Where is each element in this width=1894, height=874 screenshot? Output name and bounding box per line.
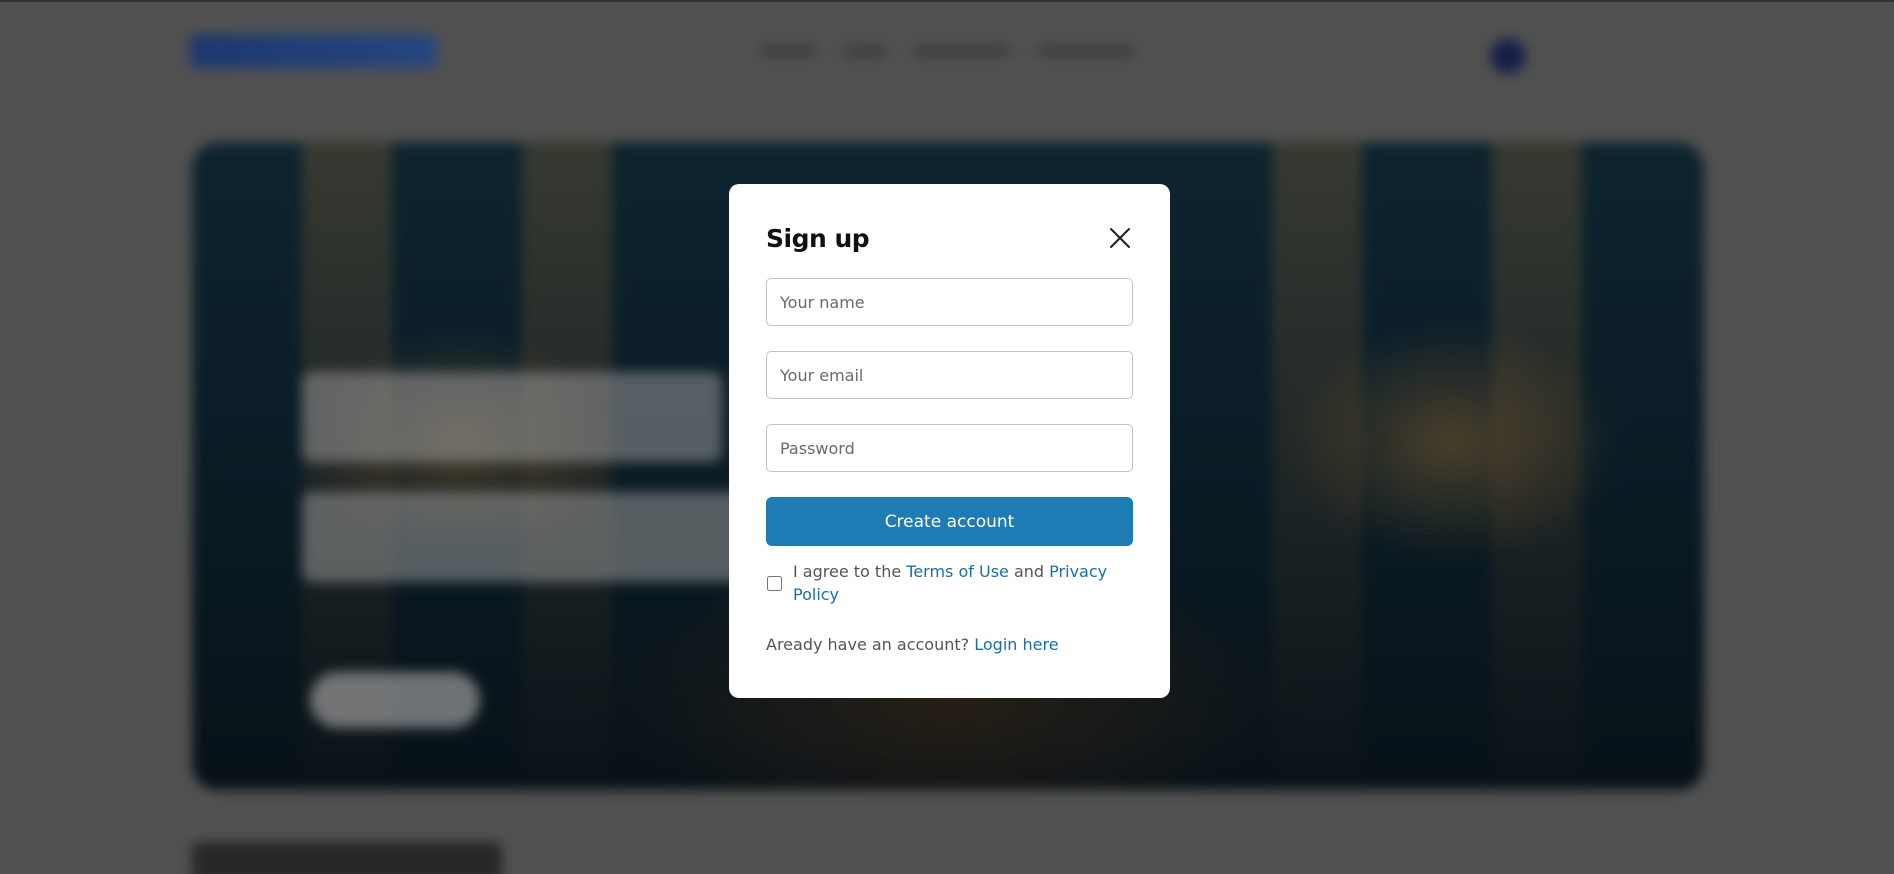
terms-of-use-link[interactable]: Terms of Use [906, 562, 1009, 581]
terms-prefix: I agree to the [793, 562, 902, 581]
name-input[interactable] [766, 278, 1133, 326]
create-account-button[interactable]: Create account [766, 497, 1133, 546]
password-input[interactable] [766, 424, 1133, 472]
login-link[interactable]: Login here [974, 635, 1058, 654]
modal-title: Sign up [766, 223, 870, 253]
signup-modal: Sign up Create account I agree to the Te… [729, 184, 1170, 698]
close-button[interactable] [1107, 225, 1133, 251]
terms-row: I agree to the Terms of Use and Privacy … [766, 560, 1133, 606]
close-icon [1110, 228, 1130, 248]
modal-header: Sign up [766, 218, 1133, 258]
page: Sign up Create account I agree to the Te… [0, 0, 1894, 874]
email-input[interactable] [766, 351, 1133, 399]
terms-text: I agree to the Terms of Use and Privacy … [793, 560, 1133, 606]
login-prompt: Aready have an account? [766, 635, 970, 654]
login-row: Aready have an account? Login here [766, 635, 1133, 654]
terms-conjunction: and [1013, 562, 1045, 581]
terms-checkbox[interactable] [767, 576, 782, 591]
